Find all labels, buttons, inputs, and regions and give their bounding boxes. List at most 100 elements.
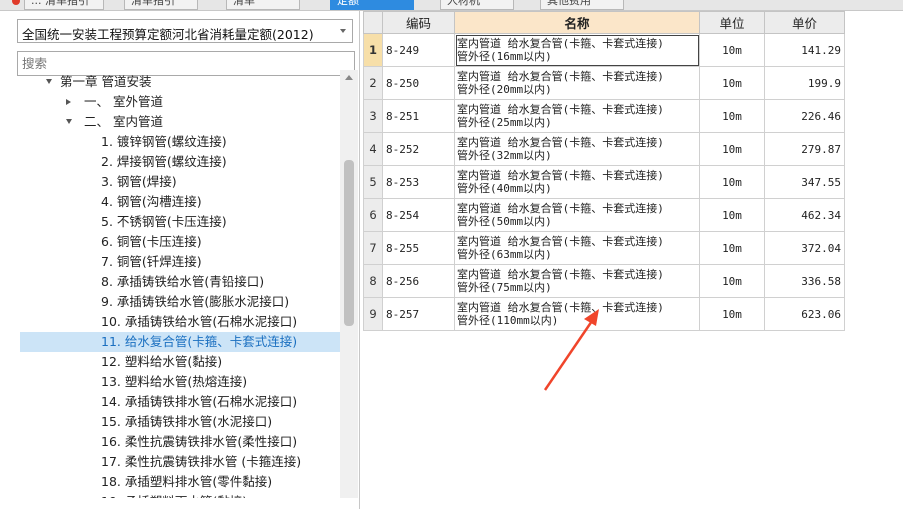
tree-item-label: 第一章 管道安装 bbox=[60, 74, 152, 89]
tree-item-label: 7. 铜管(钎焊连接) bbox=[101, 254, 202, 269]
tab-other-fees[interactable]: 其他费用 bbox=[540, 0, 624, 10]
cell-price[interactable]: 462.34 bbox=[764, 198, 845, 232]
column-header-name[interactable]: 名称 bbox=[454, 11, 700, 34]
tree-item[interactable]: 11. 给水复合管(卡箍、卡套式连接) bbox=[20, 332, 340, 352]
quota-library-select[interactable]: 全国统一安装工程预算定额河北省消耗量定额(2012) bbox=[17, 19, 353, 43]
cell-unit[interactable]: 10m bbox=[699, 66, 765, 100]
tab-labor-material[interactable]: 人材机 bbox=[440, 0, 514, 10]
cell-price[interactable]: 279.87 bbox=[764, 132, 845, 166]
expand-down-icon[interactable] bbox=[46, 79, 52, 84]
scrollbar-thumb[interactable] bbox=[344, 160, 354, 326]
expand-down-icon[interactable] bbox=[66, 119, 72, 124]
tree-item[interactable]: 12. 塑料给水管(黏接) bbox=[20, 352, 340, 372]
chevron-down-icon[interactable] bbox=[340, 29, 346, 33]
cell-unit[interactable]: 10m bbox=[699, 33, 765, 67]
cell-price[interactable]: 623.06 bbox=[764, 297, 845, 331]
tree-item[interactable]: 10. 承插铸铁给水管(石棉水泥接口) bbox=[20, 312, 340, 332]
cell-unit[interactable]: 10m bbox=[699, 231, 765, 265]
table-row[interactable]: 9 8-257 室内管道 给水复合管(卡箍、卡套式连接) 管外径(110mm以内) 10… bbox=[363, 297, 845, 331]
row-number[interactable]: 6 bbox=[363, 198, 383, 232]
cell-name[interactable]: 室内管道 给水复合管(卡箍、卡套式连接) 管外径(110mm以内) bbox=[454, 297, 700, 331]
cell-code[interactable]: 8-249 bbox=[382, 33, 455, 67]
row-number[interactable]: 8 bbox=[363, 264, 383, 298]
tree-item[interactable]: 7. 铜管(钎焊连接) bbox=[20, 252, 340, 272]
tree-item[interactable]: 17. 柔性抗震铸铁排水管 (卡箍连接) bbox=[20, 452, 340, 472]
tree-item[interactable]: 6. 铜管(卡压连接) bbox=[20, 232, 340, 252]
table-row[interactable]: 2 8-250 室内管道 给水复合管(卡箍、卡套式连接) 管外径(20mm以内) 10m… bbox=[363, 66, 845, 100]
tree-item-label: 4. 钢管(沟槽连接) bbox=[101, 194, 202, 209]
tree-item[interactable]: 二、 室内管道 bbox=[20, 112, 340, 132]
cell-price[interactable]: 347.55 bbox=[764, 165, 845, 199]
tree-item[interactable]: 18. 承插塑料排水管(零件黏接) bbox=[20, 472, 340, 492]
cell-code[interactable]: 8-251 bbox=[382, 99, 455, 133]
scroll-up-icon[interactable] bbox=[345, 75, 353, 80]
tree-item[interactable]: 14. 承插铸铁排水管(石棉水泥接口) bbox=[20, 392, 340, 412]
tab-list-guide-1[interactable]: ... 清单指引 bbox=[24, 0, 104, 10]
cell-name[interactable]: 室内管道 给水复合管(卡箍、卡套式连接) 管外径(75mm以内) bbox=[454, 264, 700, 298]
table-row[interactable]: 1 8-249 室内管道 给水复合管(卡箍、卡套式连接) 管外径(16mm以内) 10m… bbox=[363, 33, 845, 67]
tab-list-guide-2[interactable]: 清单指引 bbox=[124, 0, 198, 10]
cell-unit[interactable]: 10m bbox=[699, 264, 765, 298]
tree-item[interactable]: 19. 承插塑料雨水管(黏接) bbox=[20, 492, 340, 498]
tree-item[interactable]: 3. 钢管(焊接) bbox=[20, 172, 340, 192]
cell-name[interactable]: 室内管道 给水复合管(卡箍、卡套式连接) 管外径(63mm以内) bbox=[454, 231, 700, 265]
cell-price[interactable]: 141.29 bbox=[764, 33, 845, 67]
cell-unit[interactable]: 10m bbox=[699, 132, 765, 166]
cell-code[interactable]: 8-256 bbox=[382, 264, 455, 298]
cell-name[interactable]: 室内管道 给水复合管(卡箍、卡套式连接) 管外径(40mm以内) bbox=[454, 165, 700, 199]
tree-item[interactable]: 15. 承插铸铁排水管(水泥接口) bbox=[20, 412, 340, 432]
cell-code[interactable]: 8-252 bbox=[382, 132, 455, 166]
cell-code[interactable]: 8-257 bbox=[382, 297, 455, 331]
tree-item[interactable]: 一、 室外管道 bbox=[20, 92, 340, 112]
cell-name-line1: 室内管道 给水复合管(卡箍、卡套式连接) bbox=[457, 301, 664, 314]
cell-name[interactable]: 室内管道 给水复合管(卡箍、卡套式连接) 管外径(32mm以内) bbox=[454, 132, 700, 166]
cell-unit[interactable]: 10m bbox=[699, 99, 765, 133]
cell-code[interactable]: 8-253 bbox=[382, 165, 455, 199]
tab-quota[interactable]: 定额 bbox=[330, 0, 414, 10]
cell-name[interactable]: 室内管道 给水复合管(卡箍、卡套式连接) 管外径(16mm以内) bbox=[454, 33, 700, 67]
table-row[interactable]: 4 8-252 室内管道 给水复合管(卡箍、卡套式连接) 管外径(32mm以内) 10m… bbox=[363, 132, 845, 166]
row-number[interactable]: 4 bbox=[363, 132, 383, 166]
cell-price[interactable]: 199.9 bbox=[764, 66, 845, 100]
cell-price[interactable]: 336.58 bbox=[764, 264, 845, 298]
tab-list[interactable]: 清单 bbox=[226, 0, 300, 10]
tree-item[interactable]: 16. 柔性抗震铸铁排水管(柔性接口) bbox=[20, 432, 340, 452]
row-number[interactable]: 3 bbox=[363, 99, 383, 133]
tree-item[interactable]: 9. 承插铸铁给水管(膨胀水泥接口) bbox=[20, 292, 340, 312]
tree-item[interactable]: 4. 钢管(沟槽连接) bbox=[20, 192, 340, 212]
tree-item[interactable]: 8. 承插铸铁给水管(青铅接口) bbox=[20, 272, 340, 292]
tree-item-label: 17. 柔性抗震铸铁排水管 (卡箍连接) bbox=[101, 454, 302, 469]
cell-code[interactable]: 8-255 bbox=[382, 231, 455, 265]
cell-unit[interactable]: 10m bbox=[699, 198, 765, 232]
table-row[interactable]: 7 8-255 室内管道 给水复合管(卡箍、卡套式连接) 管外径(63mm以内) 10m… bbox=[363, 231, 845, 265]
tree-item[interactable]: 1. 镀锌钢管(螺纹连接) bbox=[20, 132, 340, 152]
table-row[interactable]: 5 8-253 室内管道 给水复合管(卡箍、卡套式连接) 管外径(40mm以内) 10m… bbox=[363, 165, 845, 199]
row-number[interactable]: 7 bbox=[363, 231, 383, 265]
row-number[interactable]: 5 bbox=[363, 165, 383, 199]
tree-item[interactable]: 第一章 管道安装 bbox=[20, 72, 340, 92]
table-row[interactable]: 3 8-251 室内管道 给水复合管(卡箍、卡套式连接) 管外径(25mm以内) 10m… bbox=[363, 99, 845, 133]
table-row[interactable]: 6 8-254 室内管道 给水复合管(卡箍、卡套式连接) 管外径(50mm以内) 10m… bbox=[363, 198, 845, 232]
tree-item[interactable]: 13. 塑料给水管(热熔连接) bbox=[20, 372, 340, 392]
row-number[interactable]: 9 bbox=[363, 297, 383, 331]
cell-name[interactable]: 室内管道 给水复合管(卡箍、卡套式连接) 管外径(20mm以内) bbox=[454, 66, 700, 100]
cell-code[interactable]: 8-254 bbox=[382, 198, 455, 232]
cell-name[interactable]: 室内管道 给水复合管(卡箍、卡套式连接) 管外径(50mm以内) bbox=[454, 198, 700, 232]
cell-unit[interactable]: 10m bbox=[699, 165, 765, 199]
tree-item[interactable]: 5. 不锈钢管(卡压连接) bbox=[20, 212, 340, 232]
row-number[interactable]: 1 bbox=[363, 33, 383, 67]
row-number[interactable]: 2 bbox=[363, 66, 383, 100]
tree-scrollbar[interactable] bbox=[340, 70, 358, 498]
column-header-price[interactable]: 单价 bbox=[764, 11, 845, 34]
cell-unit[interactable]: 10m bbox=[699, 297, 765, 331]
tree-item[interactable]: 2. 焊接钢管(螺纹连接) bbox=[20, 152, 340, 172]
cell-price[interactable]: 226.46 bbox=[764, 99, 845, 133]
cell-price[interactable]: 372.04 bbox=[764, 231, 845, 265]
cell-name[interactable]: 室内管道 给水复合管(卡箍、卡套式连接) 管外径(25mm以内) bbox=[454, 99, 700, 133]
cell-name-line2: 管外径(50mm以内) bbox=[457, 215, 552, 228]
table-row[interactable]: 8 8-256 室内管道 给水复合管(卡箍、卡套式连接) 管外径(75mm以内) 10m… bbox=[363, 264, 845, 298]
column-header-unit[interactable]: 单位 bbox=[699, 11, 765, 34]
cell-code[interactable]: 8-250 bbox=[382, 66, 455, 100]
column-header-code[interactable]: 编码 bbox=[382, 11, 455, 34]
expand-right-icon[interactable] bbox=[66, 99, 71, 105]
